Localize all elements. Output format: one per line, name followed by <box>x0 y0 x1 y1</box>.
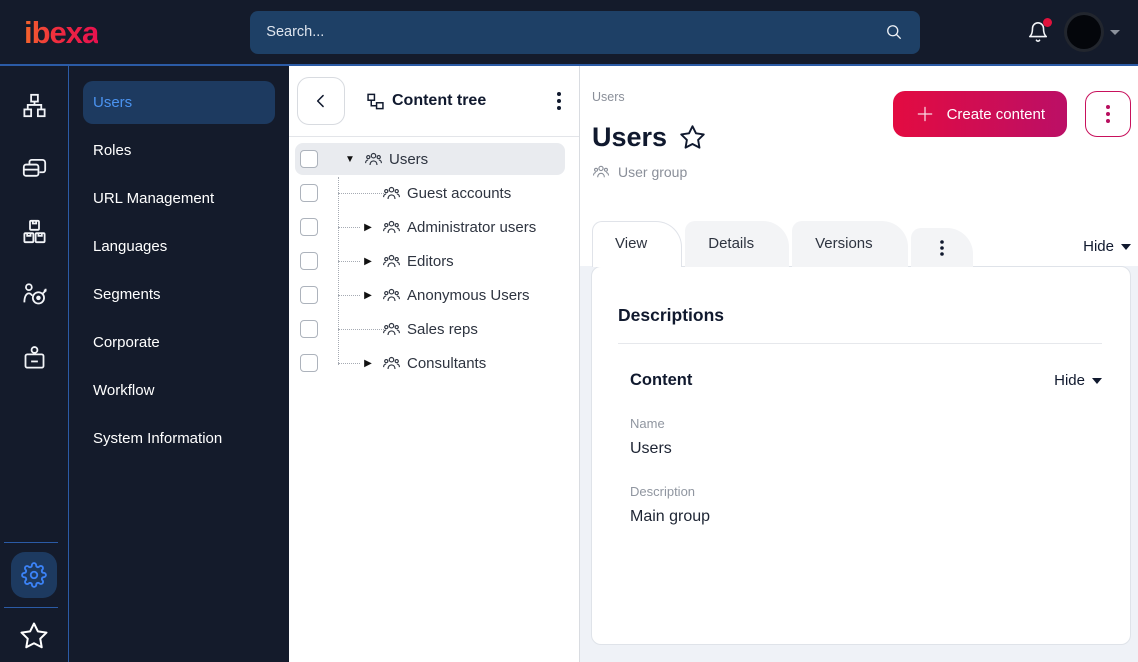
field-label-name: Name <box>630 416 665 431</box>
page-title: Users <box>592 122 668 152</box>
tree-item-anonymous-users[interactable]: Anonymous Users <box>295 279 565 311</box>
divider <box>618 343 1102 344</box>
tree-checkbox[interactable] <box>300 150 318 168</box>
caret-down-icon <box>1092 377 1102 384</box>
caret-right-icon[interactable] <box>360 358 376 369</box>
content-type-row: User group <box>592 163 1138 181</box>
content-tree-header: Content tree <box>289 66 579 137</box>
content-structure-icon[interactable] <box>11 82 57 128</box>
sidebar-item-users[interactable]: Users <box>83 81 275 124</box>
user-group-icon <box>364 150 383 169</box>
tree-item-administrator-users[interactable]: Administrator users <box>295 211 565 243</box>
user-group-icon <box>382 184 401 203</box>
tab-versions[interactable]: Versions <box>792 221 908 267</box>
caret-right-icon[interactable] <box>360 256 376 267</box>
user-group-icon <box>382 354 401 373</box>
create-content-button[interactable]: Create content <box>892 91 1067 137</box>
rail-bottom-group <box>0 542 68 662</box>
notifications-bell-icon[interactable] <box>1027 18 1052 43</box>
admin-settings-gear-icon[interactable] <box>11 552 57 598</box>
tab-view[interactable]: View <box>592 221 683 267</box>
caret-right-icon[interactable] <box>360 222 376 233</box>
field-value-name: Users <box>630 440 672 457</box>
collapse-tree-button[interactable] <box>297 77 345 125</box>
view-tab-panel: Descriptions Content Hide Name Users Des… <box>580 266 1138 662</box>
tree-item-users[interactable]: Users <box>295 143 565 175</box>
section-title: Content <box>630 371 693 389</box>
content-tree-panel: Content tree ▼ Users Guest accounts ▶ Ad… <box>289 66 580 662</box>
user-group-icon <box>382 320 401 339</box>
tree-checkbox[interactable] <box>300 184 318 202</box>
corporate-account-icon[interactable] <box>11 334 57 380</box>
content-tree-list: Users <box>289 137 579 381</box>
field-value-description: Main group <box>630 508 711 525</box>
content-tree-title: Content tree <box>367 92 486 110</box>
content-list-icon[interactable] <box>11 145 57 191</box>
tree-item-sales-reps[interactable]: Sales reps <box>295 313 565 345</box>
rail-divider <box>4 542 58 543</box>
tree-checkbox[interactable] <box>300 218 318 236</box>
caret-down-icon <box>1121 243 1131 250</box>
bookmarks-star-icon[interactable] <box>14 616 54 656</box>
tab-more-kebab-icon[interactable] <box>910 228 973 267</box>
tree-item-editors[interactable]: Editors <box>295 245 565 277</box>
sidebar-item-url-management[interactable]: URL Management <box>83 177 275 220</box>
tree-guide-line <box>338 227 360 228</box>
tree-checkbox[interactable] <box>300 252 318 270</box>
sidebar-item-workflow[interactable]: Workflow <box>83 369 275 412</box>
content-type-label: User group <box>618 164 688 180</box>
caret-right-icon[interactable] <box>360 290 376 301</box>
tree-guide-line <box>338 261 360 262</box>
user-group-icon <box>592 165 610 178</box>
product-catalog-icon[interactable] <box>11 208 57 254</box>
card-heading: Descriptions <box>618 305 724 325</box>
caret-down-icon[interactable] <box>342 154 358 165</box>
main-content: Users Users User group Create content Vi… <box>580 66 1138 662</box>
user-avatar[interactable] <box>1067 15 1101 49</box>
sidebar-item-roles[interactable]: Roles <box>83 129 275 172</box>
notification-dot <box>1043 18 1052 27</box>
user-menu-caret-icon[interactable] <box>1110 29 1120 35</box>
tree-options-kebab-icon[interactable] <box>553 88 565 114</box>
global-search[interactable] <box>250 10 921 54</box>
tree-item-guest-accounts[interactable]: Guest accounts <box>295 177 565 209</box>
favorite-star-icon[interactable] <box>679 124 706 151</box>
field-list: Name Users Description Main group <box>618 416 1102 526</box>
plus-icon <box>917 106 932 122</box>
sidebar-item-languages[interactable]: Languages <box>83 225 275 268</box>
ibexa-admin-window: ibexa Search... Users Roles URL Manageme… <box>0 0 1138 662</box>
descriptions-card: Descriptions Content Hide Name Users Des… <box>591 266 1131 645</box>
personalization-icon[interactable] <box>11 271 57 317</box>
tree-checkbox[interactable] <box>300 286 318 304</box>
user-group-icon <box>382 252 401 271</box>
search-icon[interactable] <box>884 22 904 42</box>
user-group-icon <box>382 286 401 305</box>
tree-icon <box>367 93 384 109</box>
tab-details[interactable]: Details <box>685 221 790 267</box>
sidebar-item-system-information[interactable]: System Information <box>83 417 275 460</box>
field-label-description: Description <box>630 484 696 499</box>
tree-guide-line <box>338 363 360 364</box>
tree-item-consultants[interactable]: Consultants <box>295 347 565 379</box>
main-header: Users Users User group Create content <box>580 66 1138 181</box>
topbar-right <box>1027 15 1120 49</box>
admin-sidebar: Users Roles URL Management Languages Seg… <box>69 66 289 662</box>
tab-bar: View Details Versions Hide <box>580 221 1138 267</box>
tree-checkbox[interactable] <box>300 320 318 338</box>
hide-section-button[interactable]: Hide <box>1054 372 1102 389</box>
more-actions-kebab-button[interactable] <box>1085 91 1131 137</box>
sidebar-item-corporate[interactable]: Corporate <box>83 321 275 364</box>
user-group-icon <box>382 218 401 237</box>
content-section-header: Content Hide <box>618 371 1102 390</box>
hide-panel-button[interactable]: Hide <box>1083 238 1131 255</box>
topbar: ibexa <box>0 0 1138 66</box>
search-input[interactable] <box>266 24 885 40</box>
left-icon-rail <box>0 66 69 662</box>
sidebar-item-segments[interactable]: Segments <box>83 273 275 316</box>
rail-divider <box>4 607 58 608</box>
tree-guide-line <box>338 295 360 296</box>
tree-checkbox[interactable] <box>300 354 318 372</box>
ibexa-logo[interactable]: ibexa <box>24 17 99 48</box>
